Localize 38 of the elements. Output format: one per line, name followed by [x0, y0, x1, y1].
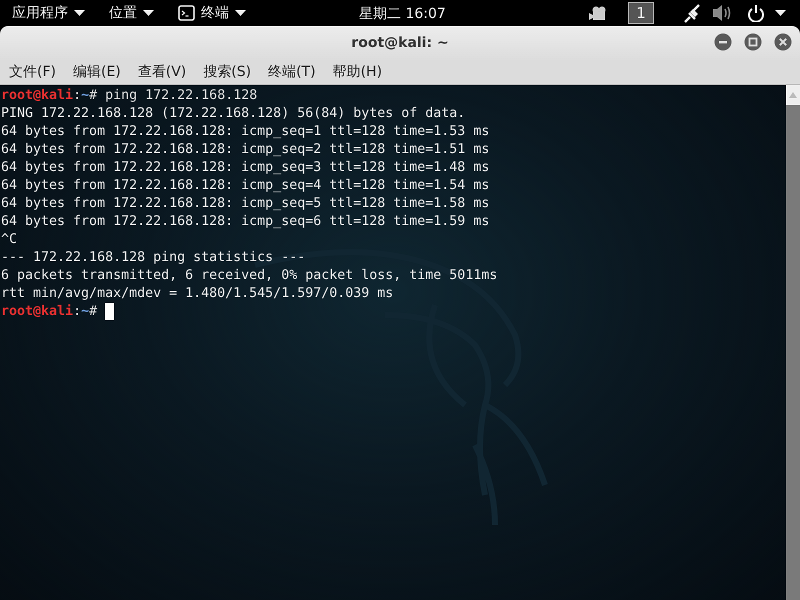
clock[interactable]: 星期二 16:07: [359, 5, 446, 23]
menu-item[interactable]: 编辑(E): [66, 63, 127, 81]
maximize-icon[interactable]: [744, 33, 762, 51]
output-line: PING 172.22.168.128 (172.22.168.128) 56(84) bytes of data.: [1, 105, 466, 123]
output-line: 6 packets transmitted, 6 received, 0% packet loss, time 5011ms: [1, 267, 498, 285]
dropdown-caret-icon[interactable]: [775, 10, 786, 16]
output-line: 64 bytes from 172.22.168.128: icmp_seq=1 ttl=128 time=1.53 ms: [1, 123, 490, 141]
menu-item[interactable]: 帮助(H): [326, 63, 388, 81]
top-menu[interactable]: 终端: [178, 4, 246, 22]
prompt-line: root@kali:~#: [1, 303, 114, 321]
menu-item[interactable]: 文件(F): [3, 63, 62, 81]
close-icon[interactable]: [774, 33, 792, 51]
output-line: 64 bytes from 172.22.168.128: icmp_seq=5 ttl=128 time=1.58 ms: [1, 195, 490, 213]
power-icon[interactable]: [747, 4, 765, 22]
terminal-area[interactable]: [0, 85, 786, 600]
output-line: 64 bytes from 172.22.168.128: icmp_seq=2 ttl=128 time=1.51 ms: [1, 141, 490, 159]
video-camera-icon[interactable]: [589, 6, 606, 20]
output-line: 64 bytes from 172.22.168.128: icmp_seq=4 ttl=128 time=1.54 ms: [1, 177, 490, 195]
workspace-indicator[interactable]: 1: [628, 2, 654, 24]
scrollbar[interactable]: [786, 85, 800, 600]
minimize-icon[interactable]: [714, 33, 732, 51]
menu-item[interactable]: 搜索(S): [197, 63, 258, 81]
output-line: 64 bytes from 172.22.168.128: icmp_seq=3 ttl=128 time=1.48 ms: [1, 159, 490, 177]
output-line: ^C: [1, 231, 18, 249]
menu-item[interactable]: 查看(V): [132, 63, 192, 81]
menu-item[interactable]: 终端(T): [262, 63, 322, 81]
top-menu[interactable]: 应用程序: [12, 4, 85, 22]
top-menu[interactable]: 位置: [109, 4, 154, 22]
dropdown-caret-icon: [235, 10, 246, 16]
speaker-icon[interactable]: [712, 3, 731, 23]
network-plug-icon[interactable]: [684, 3, 702, 23]
window-title: root@kali: ~: [351, 35, 449, 51]
output-line: rtt min/avg/max/mdev = 1.480/1.545/1.597/0.039 ms: [1, 285, 394, 303]
dropdown-caret-icon: [74, 10, 85, 16]
dropdown-caret-icon: [143, 10, 154, 16]
prompt-line: root@kali:~# ping 172.22.168.128: [1, 87, 258, 105]
output-line: --- 172.22.168.128 ping statistics ---: [1, 249, 306, 267]
output-line: 64 bytes from 172.22.168.128: icmp_seq=6 ttl=128 time=1.59 ms: [1, 213, 490, 231]
